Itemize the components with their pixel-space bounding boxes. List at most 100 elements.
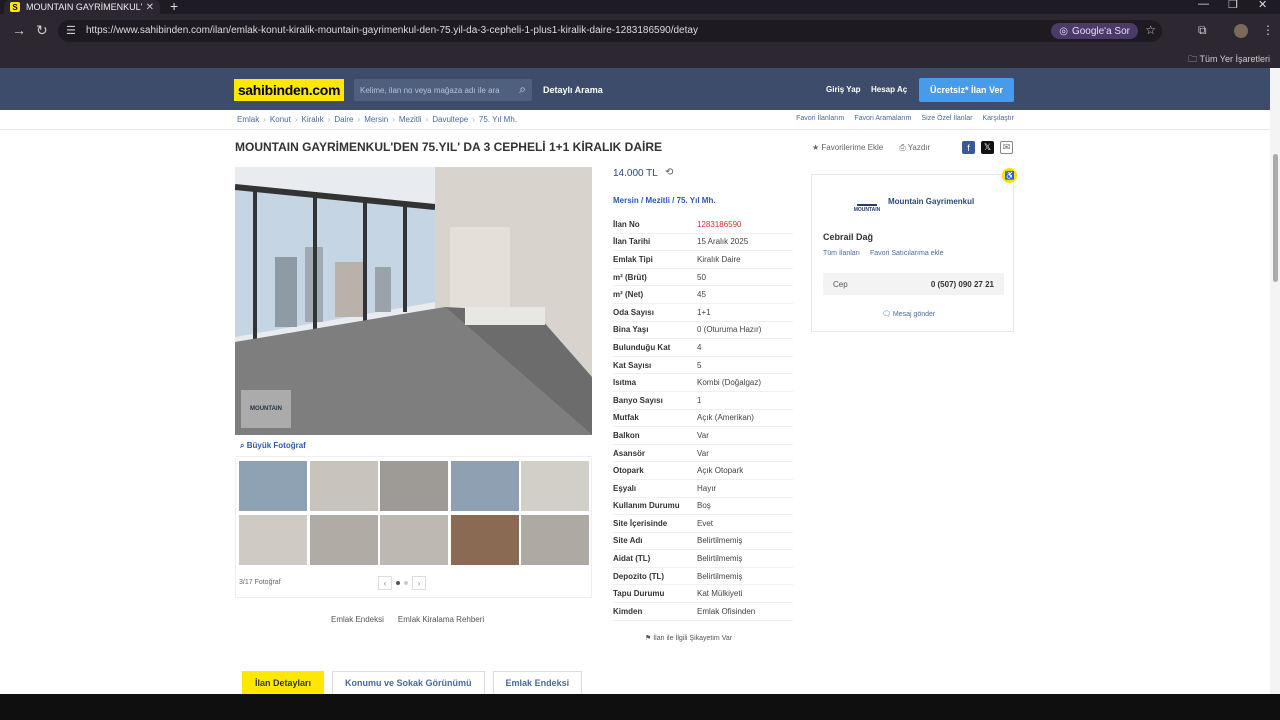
spec-label: Asansör [613, 448, 646, 458]
thumbnail[interactable] [310, 515, 378, 565]
favorite-searches-link[interactable]: Favori Aramalarım [854, 115, 911, 122]
mountain-logo-icon [857, 196, 877, 206]
accessibility-icon[interactable]: ♿ [1002, 168, 1017, 183]
pager-dot[interactable] [404, 581, 408, 585]
new-tab-icon[interactable]: + [170, 0, 178, 14]
thumbnail-pager: ‹ › [378, 576, 426, 590]
search-icon[interactable]: ⌕ [519, 82, 526, 97]
chevron-right-icon[interactable]: › [412, 576, 426, 590]
address-bar[interactable]: ☰ https://www.sahibinden.com/ilan/emlak-… [58, 20, 1162, 42]
x-twitter-icon[interactable]: 𝕏 [981, 141, 994, 154]
thumbnail[interactable] [310, 461, 378, 511]
favorite-seller-link[interactable]: Favori Satıcılarıma ekle [870, 250, 944, 257]
spec-label: Aidat (TL) [613, 554, 651, 564]
login-link[interactable]: Giriş Yap [826, 85, 861, 94]
thumbnail[interactable] [380, 515, 448, 565]
spec-row: İlan Tarihi 15 Aralık 2025 [613, 234, 793, 252]
spec-row: İlan No 1283186590 [613, 216, 793, 234]
detailed-search-link[interactable]: Detaylı Arama [543, 85, 603, 95]
extensions-icon[interactable]: ⧉ [1198, 23, 1207, 38]
all-bookmarks[interactable]: 🗀 Tüm Yer İşaretleri [1188, 52, 1270, 68]
price-history-icon[interactable]: ⟲ [665, 167, 673, 178]
tab-real-estate-index[interactable]: Emlak Endeksi [492, 671, 583, 695]
forward-icon[interactable]: → [12, 22, 26, 38]
thumbnail[interactable] [451, 515, 519, 565]
breadcrumb-item[interactable]: Mersin [364, 115, 388, 124]
spec-row: Eşyalı Hayır [613, 480, 793, 498]
big-photo-button[interactable]: ⌕ Büyük Fotoğraf [240, 441, 306, 451]
thumbnail[interactable] [521, 515, 589, 565]
pager-dot[interactable] [396, 581, 400, 585]
store-logo[interactable]: MOUNTAIN [850, 191, 884, 213]
store-name[interactable]: Mountain Gayrimenkul [888, 197, 974, 206]
send-message-link[interactable]: 🗨 Mesaj gönder [882, 310, 935, 318]
breadcrumb-item[interactable]: Davultepe [432, 115, 468, 124]
breadcrumb-item[interactable]: Emlak [237, 115, 259, 124]
phone-number[interactable]: 0 (507) 090 27 21 [931, 280, 994, 289]
spec-value: 4 [697, 342, 702, 352]
compare-link[interactable]: Karşılaştır [982, 115, 1014, 122]
breadcrumb-item[interactable]: Kiralık [301, 115, 323, 124]
taskbar [0, 694, 1280, 720]
tab-listing-details[interactable]: İlan Detayları [242, 671, 325, 695]
reload-icon[interactable]: ↻ [36, 22, 48, 39]
share-buttons: f 𝕏 ✉ [962, 141, 1013, 154]
chevron-left-icon[interactable]: ‹ [378, 576, 392, 590]
post-ad-button[interactable]: Ücretsiz* İlan Ver [919, 78, 1014, 102]
special-listings-link[interactable]: Size Özel İlanlar [922, 115, 973, 122]
facebook-icon[interactable]: f [962, 141, 975, 154]
user-shortcuts: Favori İlanlarım Favori Aramalarım Size … [796, 115, 1014, 122]
google-ask-button[interactable]: ◎ Google'a Sor [1051, 23, 1138, 39]
browser-menu-icon[interactable]: ⋮ [1262, 23, 1274, 37]
spec-row: Depozito (TL) Belirtilmemiş [613, 568, 793, 586]
browser-tab[interactable]: S MOUNTAIN GAYRİMENKUL'DEN ✕ [4, 0, 160, 14]
location-city[interactable]: Mersin [613, 196, 639, 205]
real-estate-index-link[interactable]: Emlak Endeksi [331, 615, 384, 624]
site-logo[interactable]: sahibinden.com [234, 79, 344, 101]
email-icon[interactable]: ✉ [1000, 141, 1013, 154]
spec-label: Mutfak [613, 413, 639, 423]
spec-value: Var [697, 430, 709, 440]
location-neighborhood[interactable]: 75. Yıl Mh. [677, 196, 716, 205]
breadcrumb-item[interactable]: Mezitli [399, 115, 422, 124]
close-icon[interactable]: ✕ [146, 2, 154, 13]
register-link[interactable]: Hesap Aç [871, 85, 907, 94]
breadcrumb-item[interactable]: Konut [270, 115, 291, 124]
profile-avatar-icon[interactable] [1234, 24, 1248, 38]
tab-location[interactable]: Konumu ve Sokak Görünümü [332, 671, 485, 695]
breadcrumb-item[interactable]: Daire [334, 115, 353, 124]
spec-row: Bulunduğu Kat 4 [613, 339, 793, 357]
favorite-listings-link[interactable]: Favori İlanlarım [796, 115, 844, 122]
thumbnail[interactable] [239, 461, 307, 511]
print-button[interactable]: ⎙ Yazdır [899, 143, 930, 153]
thumbnail[interactable] [451, 461, 519, 511]
spec-value: Evet [697, 518, 714, 528]
thumbnail[interactable] [380, 461, 448, 511]
page-scrollbar[interactable] [1270, 68, 1280, 694]
bookmark-star-icon[interactable]: ☆ [1145, 23, 1156, 37]
spec-value: 1+1 [697, 307, 711, 317]
thumbnail[interactable] [239, 515, 307, 565]
window-close-icon[interactable]: ✕ [1258, 0, 1267, 11]
restore-icon[interactable]: ❐ [1228, 0, 1238, 11]
spec-row: Bina Yaşı 0 (Oturuma Hazır) [613, 322, 793, 340]
store-logo-text: MOUNTAIN [853, 207, 881, 213]
report-listing-link[interactable]: ⚑ İlan ile İlgili Şikayetim Var [645, 634, 732, 642]
scroll-thumb[interactable] [1273, 154, 1278, 282]
search-input[interactable] [354, 79, 502, 101]
minimize-icon[interactable]: — [1198, 0, 1209, 10]
spec-value: 50 [697, 272, 706, 282]
breadcrumb-item[interactable]: 75. Yıl Mh. [479, 115, 517, 124]
location-district[interactable]: Mezitli [645, 196, 669, 205]
site-info-icon[interactable]: ☰ [66, 24, 76, 37]
google-ask-label: Google'a Sor [1071, 25, 1130, 37]
thumbnail[interactable] [521, 461, 589, 511]
rental-guide-link[interactable]: Emlak Kiralama Rehberi [398, 615, 484, 624]
add-favorite-button[interactable]: ★ Favorilerime Ekle [812, 143, 883, 153]
spec-label: Kullanım Durumu [613, 501, 680, 511]
spec-label: Otopark [613, 466, 644, 476]
all-listings-link[interactable]: Tüm İlanları [823, 250, 860, 257]
print-label: Yazdır [907, 143, 931, 152]
spec-row: Site Adı Belirtilmemiş [613, 533, 793, 551]
bookmarks-bar: 🗀 Tüm Yer İşaretleri [0, 48, 1280, 68]
